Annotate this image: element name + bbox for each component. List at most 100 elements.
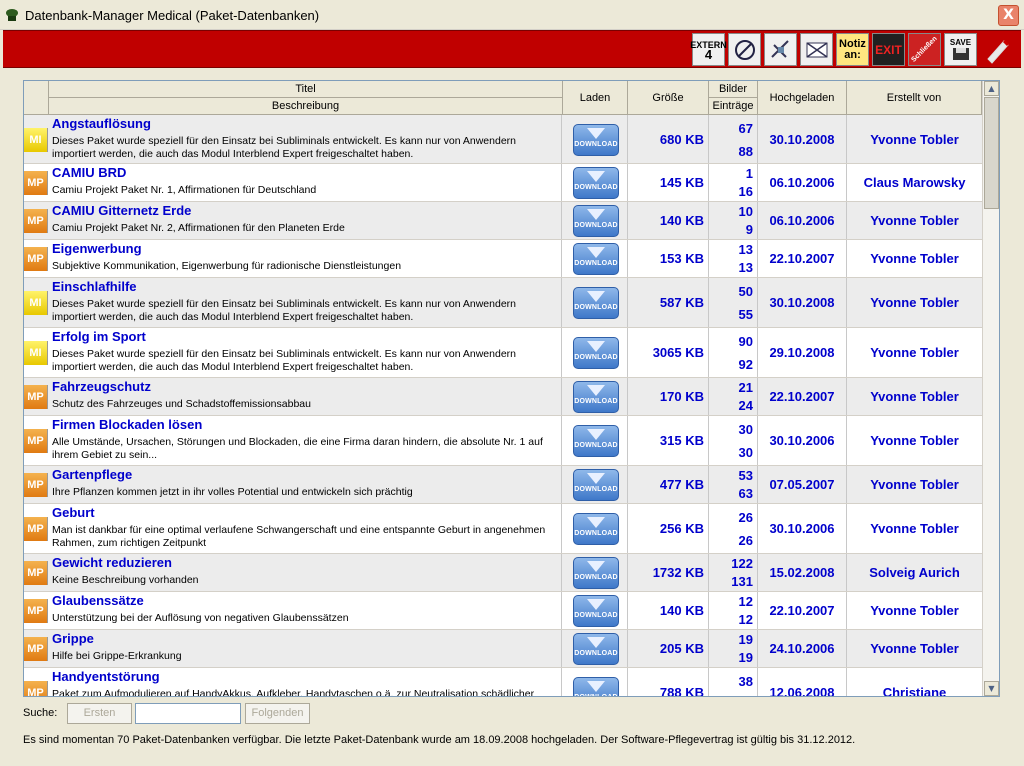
download-button[interactable]: DOWNLOAD — [573, 677, 619, 696]
download-button[interactable]: DOWNLOAD — [573, 595, 619, 627]
package-size: 153 KB — [659, 251, 704, 266]
upload-date: 07.05.2007 — [769, 477, 835, 492]
author-cell: Yvonne Tobler — [847, 592, 982, 629]
download-button[interactable]: DOWNLOAD — [573, 287, 619, 319]
satellite-button[interactable] — [764, 33, 797, 66]
upload-date: 22.10.2007 — [769, 603, 835, 618]
table-row[interactable]: MI Erfolg im Sport Dieses Paket wurde sp… — [24, 328, 982, 378]
edit-button[interactable] — [980, 33, 1013, 66]
search-first-button[interactable]: Ersten — [67, 703, 132, 724]
package-title: Handyentstörung — [52, 669, 160, 684]
header-laden[interactable]: Laden — [563, 81, 628, 115]
date-cell: 15.02.2008 — [758, 554, 847, 591]
table-row[interactable]: MP Glaubenssätze Unterstützung bei der A… — [24, 592, 982, 630]
table-row[interactable]: MP Fahrzeugschutz Schutz des Fahrzeuges … — [24, 378, 982, 416]
download-label: DOWNLOAD — [574, 486, 618, 493]
mail-delete-button[interactable] — [800, 33, 833, 66]
download-cell: DOWNLOAD — [563, 554, 628, 591]
download-button[interactable]: DOWNLOAD — [573, 557, 619, 589]
app-icon — [6, 9, 18, 21]
author-name: Yvonne Tobler — [870, 433, 959, 448]
download-button[interactable]: DOWNLOAD — [573, 124, 619, 156]
author-cell: Yvonne Tobler — [847, 630, 982, 667]
download-label: DOWNLOAD — [574, 304, 618, 311]
download-button[interactable]: DOWNLOAD — [573, 633, 619, 665]
download-cell: DOWNLOAD — [563, 278, 628, 327]
vertical-scrollbar[interactable]: ▲ ▼ — [982, 81, 999, 696]
table-row[interactable]: MP CAMIU Gitternetz Erde Camiu Projekt P… — [24, 202, 982, 240]
title-cell: Firmen Blockaden lösen Alle Umstände, Ur… — [49, 416, 562, 465]
eintraege-count: 92 — [738, 357, 753, 372]
scroll-down-icon[interactable]: ▼ — [984, 681, 999, 696]
download-label: DOWNLOAD — [574, 442, 618, 449]
package-title: Glaubenssätze — [52, 593, 144, 608]
header-erstellt[interactable]: Erstellt von — [847, 81, 982, 115]
author-name: Yvonne Tobler — [870, 641, 959, 656]
title-cell: Handyentstörung Paket zum Aufmodulieren … — [49, 668, 562, 696]
schliessen-label: Schließen — [910, 35, 939, 64]
download-button[interactable]: DOWNLOAD — [573, 513, 619, 545]
author-cell: Yvonne Tobler — [847, 416, 982, 465]
download-arrow-icon — [587, 681, 605, 692]
scroll-thumb[interactable] — [984, 97, 999, 209]
title-cell: Eigenwerbung Subjektive Kommunikation, E… — [49, 240, 562, 277]
header-bilder-eintraege[interactable]: Bilder Einträge — [709, 81, 758, 115]
mail-search-button[interactable] — [728, 33, 761, 66]
package-type-badge: MP — [24, 681, 48, 696]
download-button[interactable]: DOWNLOAD — [573, 381, 619, 413]
bilder-count: 21 — [738, 380, 753, 395]
window-titlebar: Datenbank-Manager Medical (Paket-Datenba… — [0, 0, 1024, 30]
download-button[interactable]: DOWNLOAD — [573, 425, 619, 457]
bilder-count: 122 — [731, 556, 753, 571]
table-row[interactable]: MP Grippe Hilfe bei Grippe-Erkrankung DO… — [24, 630, 982, 668]
download-button[interactable]: DOWNLOAD — [573, 167, 619, 199]
close-button[interactable]: X — [998, 5, 1019, 26]
search-input[interactable] — [135, 703, 241, 724]
eintraege-count: 13 — [738, 260, 753, 275]
download-button[interactable]: DOWNLOAD — [573, 337, 619, 369]
table-row[interactable]: MP Gartenpflege Ihre Pflanzen kommen jet… — [24, 466, 982, 504]
table-row[interactable]: MI Einschlafhilfe Dieses Paket wurde spe… — [24, 278, 982, 328]
date-cell: 22.10.2007 — [758, 378, 847, 415]
notiz-button[interactable]: Notiz an: — [836, 33, 869, 66]
mail-search-icon — [734, 39, 755, 60]
table-row[interactable]: MP Eigenwerbung Subjektive Kommunikation… — [24, 240, 982, 278]
package-description: Keine Beschreibung vorhanden — [52, 574, 199, 586]
author-cell: Claus Marowsky — [847, 164, 982, 201]
header-groesse[interactable]: Größe — [628, 81, 709, 115]
table-row[interactable]: MI Angstauflösung Dieses Paket wurde spe… — [24, 115, 982, 164]
table-row[interactable]: MP CAMIU BRD Camiu Projekt Paket Nr. 1, … — [24, 164, 982, 202]
table-row[interactable]: MP Geburt Man ist dankbar für eine optim… — [24, 504, 982, 554]
bilder-count: 53 — [738, 468, 753, 483]
table-row[interactable]: MP Handyentstörung Paket zum Aufmodulier… — [24, 668, 982, 696]
table-row[interactable]: MP Gewicht reduzieren Keine Beschreibung… — [24, 554, 982, 592]
header-beschreibung: Beschreibung — [271, 100, 340, 112]
save-button[interactable]: SAVE — [944, 33, 977, 66]
eintraege-count: 131 — [731, 574, 753, 589]
title-cell: Fahrzeugschutz Schutz des Fahrzeuges und… — [49, 378, 562, 415]
extern-button[interactable]: EXTERN 4 — [690, 33, 727, 66]
counts-cell: 30 30 — [709, 416, 758, 465]
search-label: Suche: — [23, 707, 58, 719]
schliessen-button[interactable]: Schließen — [908, 33, 941, 66]
download-button[interactable]: DOWNLOAD — [573, 243, 619, 275]
table-row[interactable]: MP Firmen Blockaden lösen Alle Umstände,… — [24, 416, 982, 466]
exit-button[interactable]: EXIT — [872, 33, 905, 66]
download-button[interactable]: DOWNLOAD — [573, 205, 619, 237]
package-type-badge: MP — [24, 473, 48, 497]
package-title: Fahrzeugschutz — [52, 379, 151, 394]
bilder-count: 13 — [738, 242, 753, 257]
header-hochgeladen[interactable]: Hochgeladen — [758, 81, 847, 115]
eintraege-count: 55 — [738, 307, 753, 322]
upload-date: 22.10.2007 — [769, 389, 835, 404]
package-size: 205 KB — [659, 641, 704, 656]
package-description: Schutz des Fahrzeuges und Schadstoffemis… — [52, 398, 311, 410]
header-title[interactable]: Titel Beschreibung — [49, 81, 563, 115]
counts-cell: 38 — [709, 668, 758, 696]
download-button[interactable]: DOWNLOAD — [573, 469, 619, 501]
download-cell: DOWNLOAD — [563, 630, 628, 667]
download-label: DOWNLOAD — [574, 650, 618, 657]
author-cell: Yvonne Tobler — [847, 328, 982, 377]
scroll-up-icon[interactable]: ▲ — [984, 81, 999, 96]
search-next-button[interactable]: Folgenden — [245, 703, 310, 724]
